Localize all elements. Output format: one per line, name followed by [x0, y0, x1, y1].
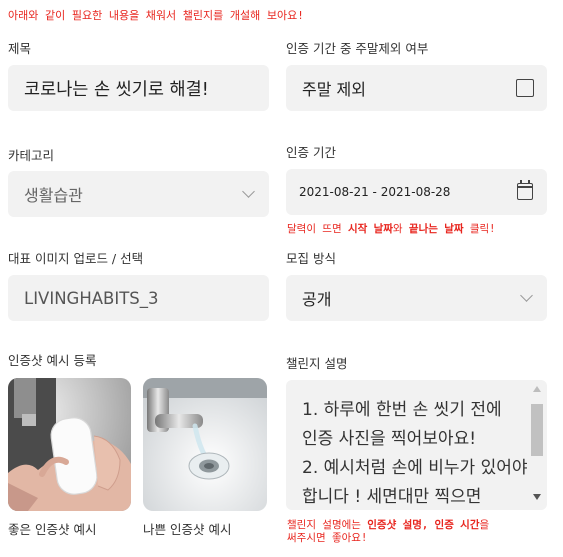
- bad-example-image[interactable]: [143, 378, 267, 511]
- category-value: 생활습관: [24, 186, 83, 205]
- intro-hint: 아래와 같이 필요한 내용을 채워서 챌린지를 개설해 보아요!: [8, 9, 304, 22]
- calendar-icon[interactable]: [517, 180, 533, 200]
- description-hint: 챌린지 설명에는 인증샷 설명, 인증 시간을 써주시면 좋아요!: [287, 519, 490, 544]
- sink-image: [143, 378, 267, 511]
- weekend-exclude-field[interactable]: 주말 제외: [286, 65, 547, 111]
- scroll-down-arrow-icon[interactable]: [533, 494, 541, 500]
- category-select[interactable]: 생활습관: [8, 171, 269, 217]
- category-label: 카테고리: [8, 148, 55, 163]
- scroll-up-arrow-icon[interactable]: [533, 386, 541, 392]
- period-hint: 달력이 뜨면 시작 날짜와 끝나는 날짜 클릭!: [287, 223, 496, 235]
- image-select[interactable]: LIVINGHABITS_3: [8, 275, 269, 321]
- chevron-down-icon: [242, 185, 255, 198]
- example-label: 인증샷 예시 등록: [8, 353, 97, 368]
- title-label: 제목: [8, 41, 32, 56]
- title-input[interactable]: 코로나는 손 씻기로 해결!: [8, 65, 269, 111]
- weekend-value: 주말 제외: [302, 80, 366, 99]
- image-value: LIVINGHABITS_3: [24, 288, 159, 308]
- scrollbar-thumb[interactable]: [531, 404, 543, 456]
- bad-example-caption: 나쁜 인증샷 예시: [143, 522, 232, 537]
- good-example-caption: 좋은 인증샷 예시: [8, 522, 97, 537]
- period-label: 인증 기간: [286, 145, 336, 160]
- description-value: 1. 하루에 한번 손 씻기 전에 인증 사진을 찍어보아요! 2. 예시처럼 …: [302, 400, 528, 507]
- period-value: 2021-08-21 - 2021-08-28: [299, 185, 451, 199]
- chevron-down-icon: [520, 289, 533, 302]
- description-scrollbar[interactable]: [531, 386, 543, 500]
- period-date-input[interactable]: 2021-08-21 - 2021-08-28: [286, 169, 547, 215]
- weekend-label: 인증 기간 중 주말제외 여부: [286, 41, 429, 56]
- image-label: 대표 이미지 업로드 / 선택: [8, 251, 144, 266]
- recruit-value: 공개: [302, 290, 332, 309]
- recruit-select[interactable]: 공개: [286, 275, 547, 321]
- description-label: 챌린지 설명: [286, 356, 348, 371]
- hand-with-soap-image: [8, 378, 131, 511]
- weekend-checkbox[interactable]: [516, 79, 534, 97]
- title-value: 코로나는 손 씻기로 해결!: [24, 79, 209, 100]
- good-example-image[interactable]: [8, 378, 131, 511]
- description-textarea[interactable]: 1. 하루에 한번 손 씻기 전에 인증 사진을 찍어보아요! 2. 예시처럼 …: [286, 380, 547, 510]
- recruit-label: 모집 방식: [286, 251, 336, 266]
